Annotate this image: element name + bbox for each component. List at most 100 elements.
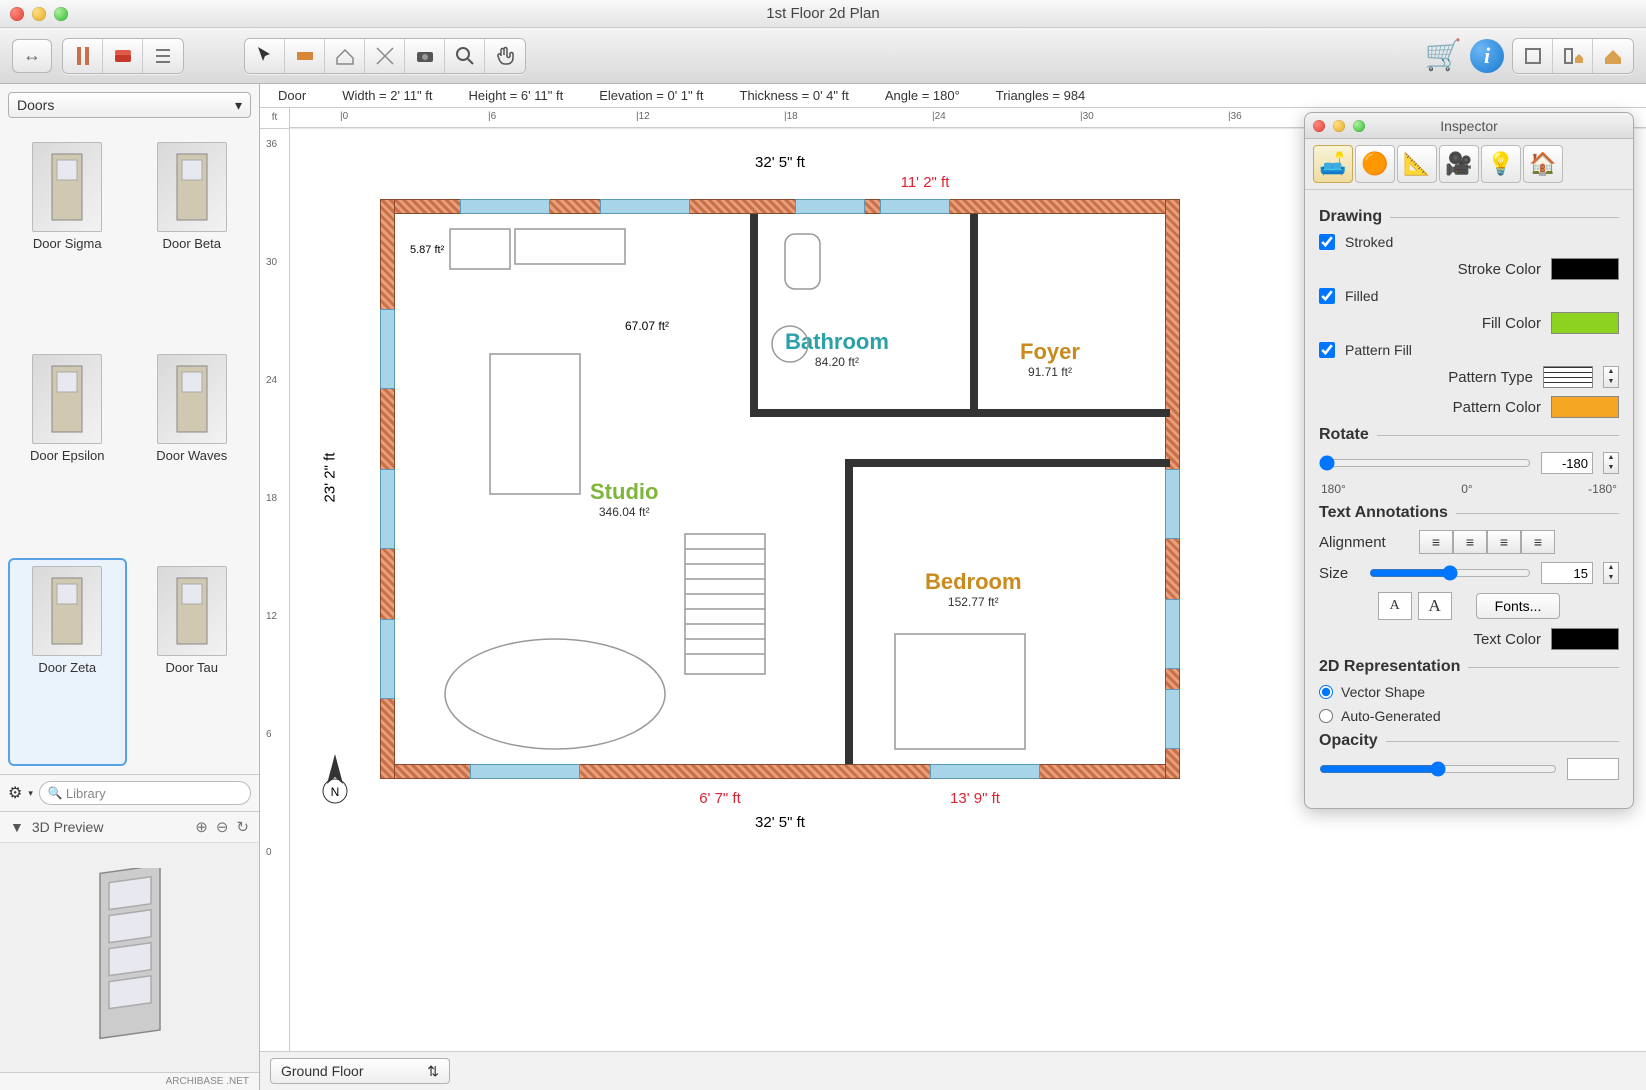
- view-3d-button[interactable]: [1593, 39, 1633, 73]
- window-title: 1st Floor 2d Plan: [766, 5, 879, 22]
- info-icon[interactable]: i: [1470, 39, 1504, 73]
- info-triangles: Triangles = 984: [996, 88, 1086, 103]
- floor-select[interactable]: Ground Floor ⇅: [270, 1058, 450, 1084]
- stroke-color-swatch[interactable]: [1551, 258, 1619, 280]
- measure-tool[interactable]: [365, 39, 405, 73]
- fill-color-swatch[interactable]: [1551, 312, 1619, 334]
- zoom-icon[interactable]: [54, 7, 68, 21]
- rotate-stepper[interactable]: ▲▼: [1603, 452, 1619, 474]
- pattern-type-picker[interactable]: [1543, 366, 1593, 388]
- category-select[interactable]: Doors ▾: [8, 92, 251, 118]
- size-input[interactable]: [1541, 562, 1593, 584]
- info-object: Door: [278, 88, 306, 103]
- library-item-label: Door Sigma: [33, 236, 102, 251]
- tab-building[interactable]: 🏠: [1523, 145, 1563, 183]
- pattern-fill-checkbox[interactable]: [1319, 342, 1335, 358]
- pan-tool[interactable]: [485, 39, 525, 73]
- library-mode-group: [62, 38, 184, 74]
- tab-material[interactable]: 🟠: [1355, 145, 1395, 183]
- library-item-label: Door Tau: [165, 660, 218, 675]
- opacity-slider[interactable]: [1319, 761, 1557, 777]
- inspector-title: Inspector: [1440, 118, 1498, 134]
- library-item-label: Door Zeta: [38, 660, 96, 675]
- alignment-buttons: ≡ ≡ ≡ ≡: [1419, 530, 1555, 554]
- minimize-icon[interactable]: [1333, 120, 1345, 132]
- inspector-titlebar[interactable]: Inspector: [1305, 113, 1633, 139]
- info-height: Height = 6' 11" ft: [469, 88, 564, 103]
- info-width: Width = 2' 11" ft: [342, 88, 432, 103]
- section-drawing: Drawing: [1319, 208, 1619, 226]
- svg-text:N: N: [331, 785, 340, 799]
- size-slider[interactable]: [1369, 565, 1531, 581]
- select-tool[interactable]: [245, 39, 285, 73]
- camera-tool[interactable]: [405, 39, 445, 73]
- stroked-checkbox[interactable]: [1319, 234, 1335, 250]
- align-center[interactable]: ≡: [1453, 530, 1487, 554]
- pattern-color-swatch[interactable]: [1551, 396, 1619, 418]
- tab-edit[interactable]: 📐: [1397, 145, 1437, 183]
- text-color-swatch[interactable]: [1551, 628, 1619, 650]
- rotate-input[interactable]: [1541, 452, 1593, 474]
- chevron-down-icon: ▾: [235, 97, 242, 114]
- zoom-out-icon[interactable]: ⊖: [216, 818, 229, 836]
- minimize-icon[interactable]: [32, 7, 46, 21]
- gear-icon[interactable]: ⚙: [8, 783, 22, 803]
- wall-mode-button[interactable]: [63, 39, 103, 73]
- dim-top-right: 11' 2" ft: [875, 174, 975, 191]
- room-tool[interactable]: [325, 39, 365, 73]
- filled-checkbox[interactable]: [1319, 288, 1335, 304]
- library-item-label: Door Epsilon: [30, 448, 104, 463]
- opacity-input[interactable]: [1567, 758, 1619, 780]
- tab-object[interactable]: 🛋️: [1313, 145, 1353, 183]
- library-item[interactable]: Door Waves: [133, 346, 252, 554]
- align-left[interactable]: ≡: [1419, 530, 1453, 554]
- library-item[interactable]: Door Tau: [133, 558, 252, 766]
- dim-overall-w-bottom: 32' 5" ft: [710, 814, 850, 831]
- library-item[interactable]: Door Beta: [133, 134, 252, 342]
- search-input[interactable]: Library: [39, 781, 251, 805]
- library-item[interactable]: Door Zeta: [8, 558, 127, 766]
- inspector-tabs: 🛋️ 🟠 📐 🎥 💡 🏠: [1305, 139, 1633, 190]
- rotate-icon[interactable]: ↻: [236, 818, 249, 836]
- view-group: [1512, 38, 1634, 74]
- ruler-vertical: 363024181260: [260, 129, 290, 1051]
- expand-button[interactable]: ↔: [12, 39, 52, 73]
- preview-3d[interactable]: [0, 842, 259, 1072]
- align-right[interactable]: ≡: [1487, 530, 1521, 554]
- vector-radio[interactable]: [1319, 685, 1333, 699]
- view-2d-button[interactable]: [1513, 39, 1553, 73]
- section-rotate: Rotate: [1319, 426, 1619, 444]
- list-mode-button[interactable]: [143, 39, 183, 73]
- zoom-in-icon[interactable]: ⊕: [195, 818, 208, 836]
- close-icon[interactable]: [1313, 120, 1325, 132]
- zoom-icon[interactable]: [1353, 120, 1365, 132]
- align-justify[interactable]: ≡: [1521, 530, 1555, 554]
- door-icon: [157, 566, 227, 656]
- furniture-mode-button[interactable]: [103, 39, 143, 73]
- size-stepper[interactable]: ▲▼: [1603, 562, 1619, 584]
- ruler-unit: ft: [260, 108, 290, 129]
- titlebar: 1st Floor 2d Plan: [0, 0, 1646, 28]
- library-footer: ⚙▾ Library: [0, 774, 259, 811]
- library-item[interactable]: Door Sigma: [8, 134, 127, 342]
- library-item[interactable]: Door Epsilon: [8, 346, 127, 554]
- door-icon: [157, 142, 227, 232]
- library-item-label: Door Waves: [156, 448, 227, 463]
- fonts-button[interactable]: Fonts...: [1476, 593, 1561, 619]
- auto-radio[interactable]: [1319, 709, 1333, 723]
- dim-overall-h: 23' 2" ft: [321, 453, 338, 503]
- view-split-button[interactable]: [1553, 39, 1593, 73]
- close-icon[interactable]: [10, 7, 24, 21]
- wall-tool[interactable]: [285, 39, 325, 73]
- rotate-slider[interactable]: [1319, 455, 1531, 471]
- zoom-tool[interactable]: [445, 39, 485, 73]
- tab-light[interactable]: 💡: [1481, 145, 1521, 183]
- font-small-button[interactable]: A: [1378, 592, 1412, 620]
- font-large-button[interactable]: A: [1418, 592, 1452, 620]
- collapse-icon[interactable]: ▼: [10, 819, 24, 835]
- pattern-stepper[interactable]: ▲▼: [1603, 366, 1619, 388]
- store-icon[interactable]: 🛒: [1425, 38, 1462, 73]
- door-icon: [157, 354, 227, 444]
- tab-camera[interactable]: 🎥: [1439, 145, 1479, 183]
- floor-plan: Studio346.04 ft² 67.07 ft² 5.87 ft² Bath…: [380, 199, 1180, 779]
